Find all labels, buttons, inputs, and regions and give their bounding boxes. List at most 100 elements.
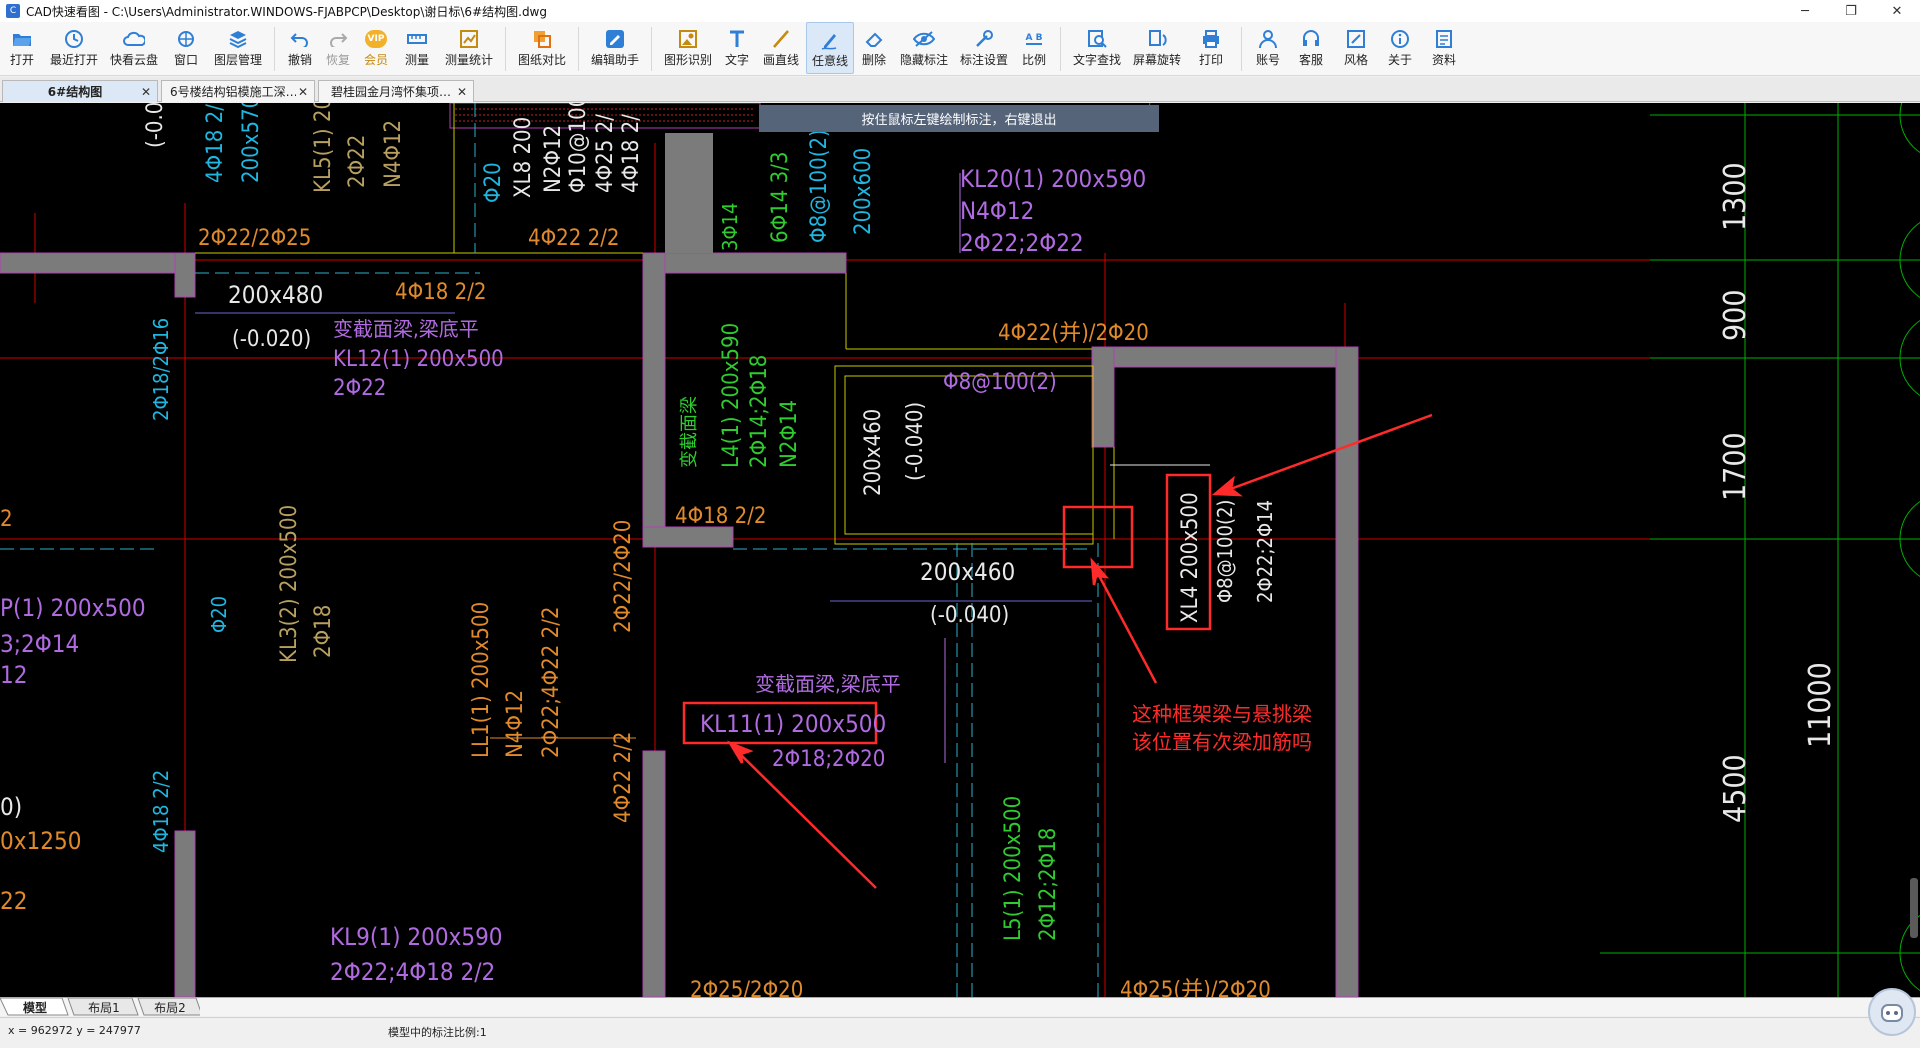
rebar-text: 2Φ18/2Φ16 — [149, 318, 173, 421]
toolbar-support-button[interactable]: 客服 — [1288, 22, 1334, 74]
toolbar-label: 标注设置 — [959, 53, 1008, 67]
toolbar-freehand-button[interactable]: 任意线 — [806, 22, 854, 74]
document-tab-active[interactable]: 6#结构图 ✕ — [2, 80, 158, 102]
toolbar-label: 撤销 — [287, 53, 312, 67]
status-bar: x = 962972 y = 247977 模型中的标注比例:1 — [0, 1017, 1920, 1048]
toolbar-label: 图纸对比 — [517, 53, 566, 67]
rebar-text: 2Φ25/2Φ20 — [690, 978, 803, 997]
rebar-text: 2Φ14;2Φ18 — [747, 355, 772, 468]
layout-tab-1[interactable]: 布局1 — [76, 998, 132, 1016]
toolbar-hide-annotation-button[interactable]: 隐藏标注 — [894, 22, 954, 74]
rebar-text: 2Φ12;2Φ18 — [1036, 828, 1061, 941]
beam-note: 变截面梁 — [679, 396, 700, 468]
tab-label: 6号楼结构铝模施工深… — [170, 85, 296, 99]
toolbar-layers-button[interactable]: 图层管理 — [208, 22, 268, 74]
toolbar-annotation-settings-button[interactable]: 标注设置 — [954, 22, 1014, 74]
toolbar-edit-assistant-button[interactable]: 编辑助手 — [585, 22, 645, 74]
beam-label: LL1(1) 200x500 — [469, 602, 494, 758]
red-annotation-marks — [682, 413, 1433, 889]
toolbar-label: 风格 — [1343, 53, 1368, 67]
drawing-texts: (-0.0 4Φ18 2/ 200x570 KL5(1) 20 2Φ22 N4Φ… — [0, 103, 1838, 997]
document-tab[interactable]: 6号楼结构铝模施工深… ✕ — [161, 80, 315, 102]
toolbar-label: 隐藏标注 — [899, 53, 948, 67]
beam-label: KL9(1) 200x590 — [330, 923, 503, 951]
annotation-scale: 模型中的标注比例:1 — [388, 1026, 487, 1039]
minimize-button[interactable]: ─ — [1782, 0, 1828, 22]
toolbar-label: 关于 — [1387, 53, 1412, 67]
annotation-settings-icon — [973, 28, 995, 50]
rebar-text: 22 — [0, 887, 27, 915]
rebar-text: 2Φ22;4Φ22 2/2 — [539, 607, 564, 759]
toolbar-text-search-button[interactable]: 文字查找 — [1067, 22, 1127, 74]
tab-close-icon[interactable]: ✕ — [296, 85, 310, 99]
toolbar-window-button[interactable]: 窗口 — [164, 22, 208, 74]
drawing-svg: (-0.0 4Φ18 2/ 200x570 KL5(1) 20 2Φ22 N4Φ… — [0, 103, 1920, 997]
toolbar-measure-button[interactable]: 测量 — [395, 22, 439, 74]
compare-icon — [531, 28, 553, 50]
layout-tab-2[interactable]: 布局2 — [144, 998, 196, 1016]
toolbar-compare-button[interactable]: 图纸对比 — [512, 22, 572, 74]
toolbar-rotate-screen-button[interactable]: 屏幕旋转 — [1127, 22, 1187, 74]
elevation-text: (-0.020) — [232, 327, 311, 352]
rebar-text: 2 — [0, 507, 13, 532]
toolbar-separator — [578, 27, 579, 71]
cloud-icon — [123, 28, 145, 50]
dimension-text: 1300 — [1718, 162, 1753, 231]
rebar-text: 4Φ22(并)/2Φ20 — [998, 321, 1149, 346]
toolbar-delete-button[interactable]: 删除 — [854, 22, 894, 74]
wall — [1091, 346, 1115, 448]
toolbar-measure-stats-button[interactable]: 测量统计 — [439, 22, 499, 74]
tab-close-icon[interactable]: ✕ — [455, 85, 469, 99]
measure-stats-icon — [458, 28, 480, 50]
wall — [642, 750, 666, 997]
toolbar-undo-button[interactable]: 撤销 — [281, 22, 319, 74]
elevation-text: (-0.040) — [930, 603, 1009, 628]
line-icon — [770, 28, 792, 50]
toolbar-about-button[interactable]: 关于 — [1378, 22, 1422, 74]
assistant-bot-icon[interactable] — [1868, 988, 1916, 1036]
redo-icon — [327, 28, 349, 50]
toolbar-separator — [1060, 27, 1061, 71]
toolbar-label: 测量统计 — [444, 53, 493, 67]
toolbar-redo-button[interactable]: 恢复 — [319, 22, 357, 74]
document-tab[interactable]: 碧桂园金月湾怀集项… ✕ — [318, 80, 474, 102]
toolbar-style-button[interactable]: 风格 — [1334, 22, 1378, 74]
account-icon — [1257, 28, 1279, 50]
style-icon — [1345, 28, 1367, 50]
beam-label: KL3(2) 200x500 — [277, 505, 302, 663]
size-text: 200x600 — [851, 148, 876, 235]
vertical-scrollbar[interactable] — [1910, 878, 1918, 938]
rebar-text: 4Φ18 2/ — [203, 104, 228, 183]
close-button[interactable]: ✕ — [1874, 0, 1920, 22]
toolbar-account-button[interactable]: 账号 — [1248, 22, 1288, 74]
toolbar-scale-button[interactable]: A B 比例 — [1014, 22, 1054, 74]
beam-label: KL5(1) 20 — [311, 103, 336, 193]
wall — [0, 252, 196, 274]
rebar-text: 4Φ18 2/ — [619, 114, 644, 193]
toolbar-recent-button[interactable]: 最近打开 — [44, 22, 104, 74]
toolbar-text-button[interactable]: 文字 — [718, 22, 756, 74]
toolbar-label: 任意线 — [811, 54, 848, 68]
toolbar-docs-button[interactable]: 资料 — [1422, 22, 1466, 74]
layout-tab-model[interactable]: 模型 — [8, 998, 62, 1016]
drawing-canvas[interactable]: (-0.0 4Φ18 2/ 200x570 KL5(1) 20 2Φ22 N4Φ… — [0, 103, 1920, 997]
wall — [1091, 346, 1359, 368]
maximize-button[interactable]: ❐ — [1828, 0, 1874, 22]
rebar-text: 4Φ25(并)/2Φ20 — [1120, 978, 1271, 997]
toolbar-line-button[interactable]: 画直线 — [756, 22, 806, 74]
toolbar-label: 打开 — [9, 53, 34, 67]
toolbar-open-button[interactable]: 打开 — [0, 22, 44, 74]
toolbar-shape-recognition-button[interactable]: 图形识别 — [658, 22, 718, 74]
stirrup-text: Φ8@100(2) — [943, 370, 1057, 395]
dimension-text: 11000 — [1803, 662, 1838, 748]
tab-close-icon[interactable]: ✕ — [139, 85, 153, 99]
toolbar-separator — [651, 27, 652, 71]
rebar-text: 4Φ25 2/ — [593, 114, 618, 193]
beam-label: KL11(1) 200x500 — [700, 710, 886, 738]
rebar-text: 2Φ22/2Φ25 — [198, 226, 311, 251]
toolbar-vip-button[interactable]: VIP 会员 — [357, 22, 395, 74]
toolbar-cloud-button[interactable]: 快看云盘 — [104, 22, 164, 74]
stirrup-text: Φ8@100(2) — [1213, 500, 1237, 603]
toolbar-print-button[interactable]: 打印 — [1187, 22, 1235, 74]
folder-open-icon — [11, 28, 33, 50]
